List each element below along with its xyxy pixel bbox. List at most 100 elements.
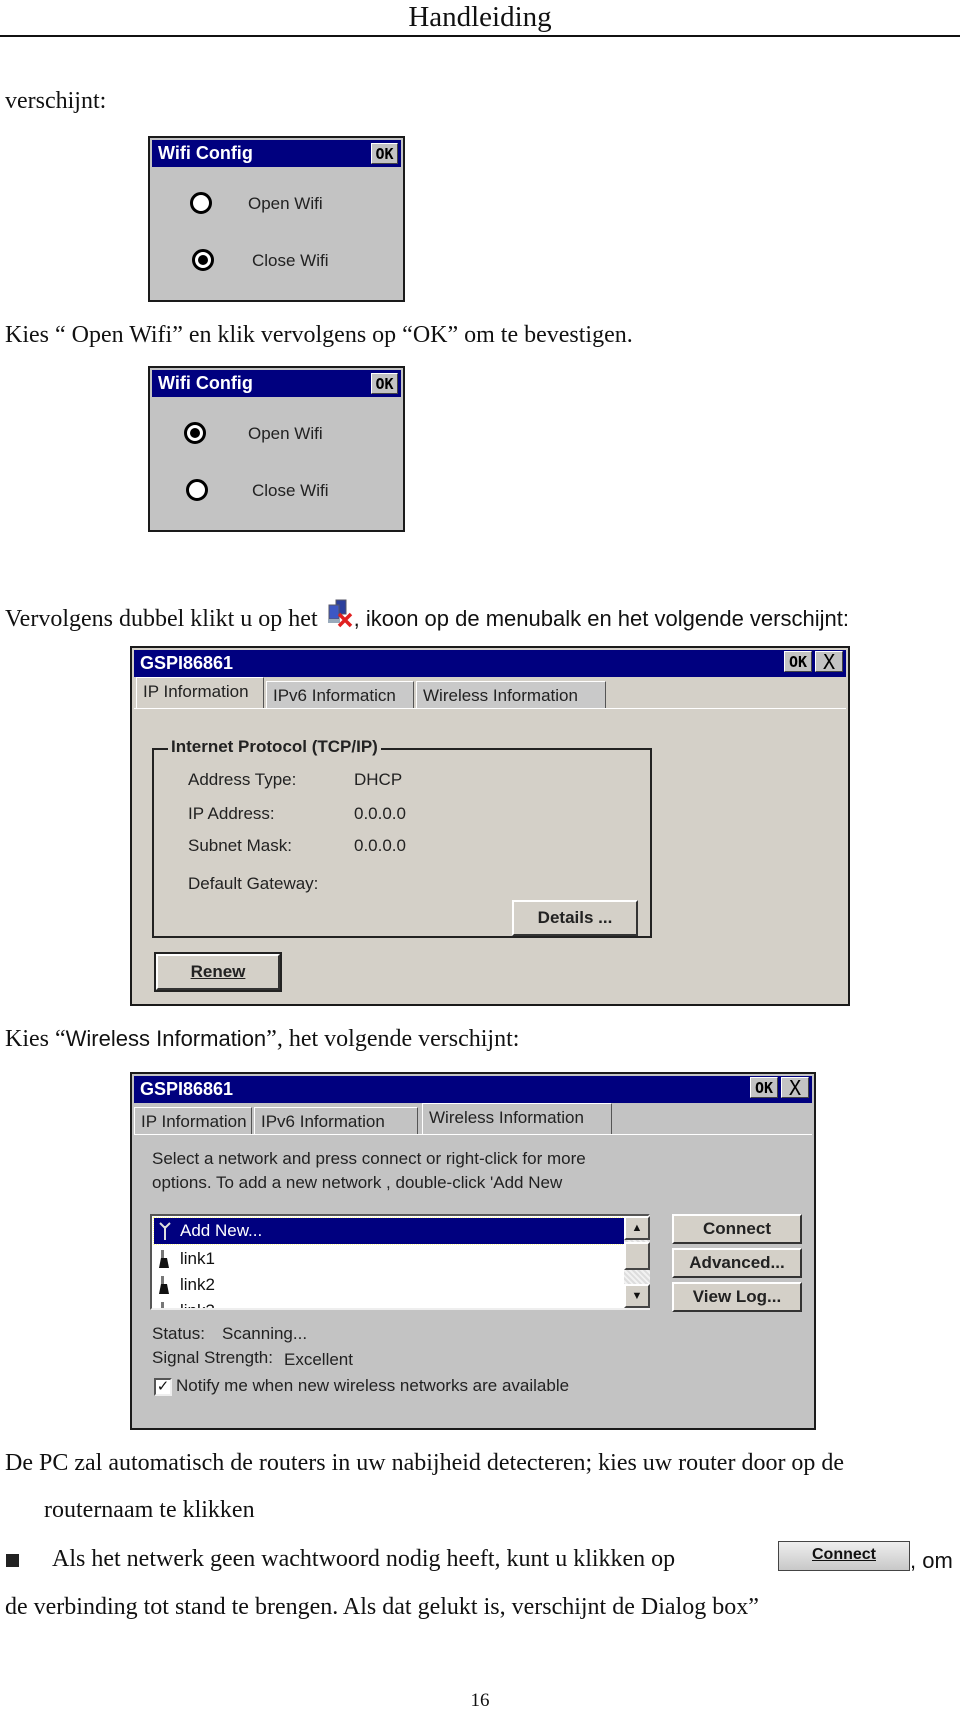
advanced-button-label: Advanced... xyxy=(689,1253,785,1272)
tab-ip-information[interactable]: IP Information xyxy=(134,1107,252,1134)
list-item-network[interactable]: link2 xyxy=(154,1272,215,1298)
tab-ipv6-information[interactable]: IPv6 Informaticn xyxy=(266,681,414,708)
renew-button[interactable]: Renew xyxy=(154,952,282,992)
bullet-text-after: , om xyxy=(910,1548,953,1573)
header-divider xyxy=(0,35,960,37)
dialog-title: Wifi Config xyxy=(158,373,253,393)
tab-wireless-information[interactable]: Wireless Information xyxy=(416,681,606,708)
radio-open-wifi[interactable] xyxy=(190,192,212,214)
paragraph-verschijnt: verschijnt: xyxy=(5,88,107,114)
view-log-button[interactable]: View Log... xyxy=(672,1282,802,1312)
field-value-subnet-mask: 0.0.0.0 xyxy=(354,836,406,855)
notify-label: Notify me when new wireless networks are… xyxy=(176,1376,570,1395)
inline-connect-button-image: Connect xyxy=(778,1541,910,1571)
groupbox-title: Internet Protocol (TCP/IP) xyxy=(168,737,381,757)
wifi-config-dialog-1: Wifi Config OK Open Wifi Close Wifi xyxy=(148,136,405,302)
field-label-address-type: Address Type: xyxy=(188,770,297,789)
list-item-network[interactable]: link1 xyxy=(154,1246,215,1272)
status-label: Status: xyxy=(152,1324,205,1343)
radio-label-close-wifi: Close Wifi xyxy=(252,481,329,500)
ok-button[interactable]: OK xyxy=(371,373,398,394)
list-item-add-new[interactable]: Add New... xyxy=(153,1217,647,1245)
radio-label-open-wifi: Open Wifi xyxy=(248,424,323,443)
ok-button[interactable]: OK xyxy=(784,651,812,672)
access-point-icon xyxy=(159,1276,169,1294)
field-label-ip-address: IP Address: xyxy=(188,804,275,823)
radio-label-close-wifi: Close Wifi xyxy=(252,251,329,270)
close-button[interactable]: X xyxy=(781,1077,809,1099)
bullet-text: Als het netwerk geen wachtwoord nodig he… xyxy=(52,1546,676,1572)
text-part: Kies “ xyxy=(5,1026,66,1052)
ok-button[interactable]: OK xyxy=(750,1077,778,1098)
network-name: Add New... xyxy=(180,1221,263,1240)
tab-baseline xyxy=(134,1134,812,1135)
dialog-titlebar: Wifi Config xyxy=(152,370,401,397)
renew-button-label: Renew xyxy=(190,962,246,981)
dialog-title: GSPI86861 xyxy=(140,1079,234,1099)
text-before-icon: Vervolgens dubbel klikt u op het xyxy=(5,606,324,632)
paragraph-kies-wireless: Kies “Wireless Information”, het volgend… xyxy=(5,1024,519,1054)
tab-baseline xyxy=(134,708,846,709)
radio-open-wifi[interactable] xyxy=(184,422,206,444)
paragraph-dubbel-klik: Vervolgens dubbel klikt u op het , ikoon… xyxy=(5,598,849,634)
tab-ip-information[interactable]: IP Information xyxy=(136,677,264,708)
connect-button[interactable]: Connect xyxy=(672,1214,802,1244)
scroll-down-button[interactable]: ▼ xyxy=(624,1284,650,1308)
signal-strength-value: Excellent xyxy=(284,1350,353,1369)
tab-wireless-information[interactable]: Wireless Information xyxy=(422,1103,612,1134)
text-after-icon: , ikoon op de menubalk en het volgende v… xyxy=(353,606,849,631)
field-value-ip-address: 0.0.0.0 xyxy=(354,804,406,823)
tab-ipv6-information[interactable]: IPv6 Information xyxy=(254,1107,418,1134)
network-name: link2 xyxy=(180,1275,215,1294)
signal-strength-label: Signal Strength: xyxy=(152,1348,273,1367)
network-name: link3 xyxy=(180,1301,215,1308)
wireless-information-dialog: GSPI86861 OK X IP Information IPv6 Infor… xyxy=(130,1072,816,1430)
instructions-line-1: Select a network and press connect or ri… xyxy=(152,1149,586,1168)
network-disconnected-icon xyxy=(324,598,354,628)
tab-strip: IP Information IPv6 Informaticn Wireless… xyxy=(136,677,848,708)
wifi-config-dialog-2: Wifi Config OK Open Wifi Close Wifi xyxy=(148,366,405,532)
access-point-icon xyxy=(161,1302,164,1308)
details-button[interactable]: Details ... xyxy=(512,900,638,936)
field-label-subnet-mask: Subnet Mask: xyxy=(188,836,292,855)
close-button[interactable]: X xyxy=(815,651,843,673)
radio-close-wifi[interactable] xyxy=(186,479,208,501)
text-part: ”, het volgende verschijnt: xyxy=(266,1026,520,1052)
tcpip-groupbox: Internet Protocol (TCP/IP) Address Type:… xyxy=(152,737,652,938)
radio-close-wifi[interactable] xyxy=(192,249,214,271)
text-wireless-information: Wireless Information xyxy=(65,1026,267,1051)
tab-strip: IP Information IPv6 Information Wireless… xyxy=(134,1103,814,1134)
field-value-address-type: DHCP xyxy=(354,770,403,789)
page-header-title: Handleiding xyxy=(408,1,552,33)
network-name: link1 xyxy=(180,1249,215,1268)
inline-connect-label: Connect xyxy=(812,1546,876,1563)
ip-information-dialog: GSPI86861 OK X IP Information IPv6 Infor… xyxy=(130,646,850,1006)
instructions-line-2: options. To add a new network , double-c… xyxy=(152,1173,563,1192)
paragraph-verbinding: de verbinding tot stand te brengen. Als … xyxy=(5,1594,759,1620)
paragraph-detecteren-line-2: routernaam te klikken xyxy=(44,1497,255,1523)
dialog-title: Wifi Config xyxy=(158,143,253,163)
status-value: Scanning... xyxy=(222,1324,308,1343)
dialog-title: GSPI86861 xyxy=(140,653,234,673)
paragraph-detecteren-line-1: De PC zal automatisch de routers in uw n… xyxy=(5,1450,845,1476)
notify-checkbox[interactable]: ✓ xyxy=(154,1378,172,1396)
field-label-default-gateway: Default Gateway: xyxy=(188,874,319,893)
scroll-up-button[interactable]: ▲ xyxy=(624,1216,650,1240)
scroll-thumb[interactable] xyxy=(624,1242,650,1270)
dialog-titlebar: GSPI86861 xyxy=(134,650,846,677)
ok-button[interactable]: OK xyxy=(371,143,398,164)
dialog-titlebar: Wifi Config xyxy=(152,140,401,167)
page-number: 16 xyxy=(470,1690,490,1711)
antenna-icon xyxy=(159,1222,171,1240)
list-item-network[interactable]: link3 xyxy=(154,1298,215,1308)
radio-label-open-wifi: Open Wifi xyxy=(248,194,323,213)
list-scrollbar[interactable]: ▲ ▼ xyxy=(624,1216,650,1308)
dialog-titlebar: GSPI86861 xyxy=(134,1076,812,1103)
view-log-button-label: View Log... xyxy=(692,1287,782,1306)
paragraph-kies-open-wifi: Kies “ Open Wifi” en klik vervolgens op … xyxy=(5,322,633,348)
advanced-button[interactable]: Advanced... xyxy=(672,1248,802,1278)
connect-button-label: Connect xyxy=(703,1219,771,1238)
network-list[interactable]: Add New... link1 link2 link3 xyxy=(150,1214,650,1310)
bullet-square-icon xyxy=(6,1554,19,1567)
access-point-icon xyxy=(159,1250,169,1268)
